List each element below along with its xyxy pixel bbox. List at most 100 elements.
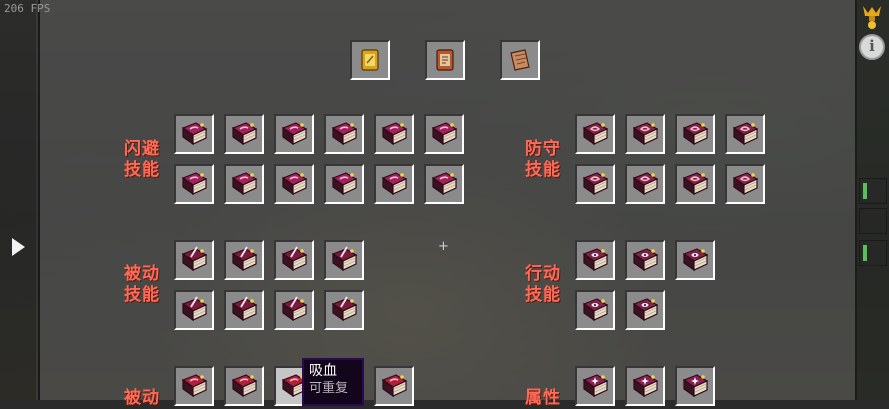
category-label-text: 闪避 技能 [124, 139, 160, 180]
category-label-action: 行动 技能 [522, 264, 564, 306]
skill-slot[interactable] [224, 240, 264, 280]
skill-slot[interactable] [274, 164, 314, 204]
skill-slot[interactable] [500, 40, 540, 80]
eye-book-icon [582, 298, 609, 322]
pink-book-icon [181, 172, 208, 196]
skill-slot[interactable] [625, 240, 665, 280]
skill-slot[interactable] [350, 40, 390, 80]
bookmark-book-icon [732, 172, 759, 196]
skill-slot[interactable] [174, 164, 214, 204]
skill-slot[interactable] [224, 164, 264, 204]
skill-slot[interactable] [575, 164, 615, 204]
side-tab-1[interactable] [859, 178, 887, 204]
bookmark-book-icon [582, 172, 609, 196]
skill-slot[interactable] [424, 114, 464, 154]
skill-slot[interactable] [675, 240, 715, 280]
pink-book-icon [431, 172, 458, 196]
category-label-text: 被动 技能 [124, 264, 160, 305]
skill-slot[interactable] [425, 40, 465, 80]
pink-book-icon [331, 122, 358, 146]
category-label-text: 属性 [525, 388, 561, 408]
quill-book-icon [331, 296, 358, 322]
skill-slot[interactable] [224, 366, 264, 406]
skill-slot[interactable] [575, 240, 615, 280]
skill-slot[interactable] [675, 164, 715, 204]
pink-book-icon [231, 122, 258, 146]
sparkle-book-icon [632, 374, 659, 398]
scroll-icon [436, 49, 454, 71]
skill-slot[interactable] [374, 114, 414, 154]
quill-book-icon [231, 246, 258, 272]
category-label-passive-bottom: 被动 [121, 388, 163, 409]
skill-slot[interactable] [274, 290, 314, 330]
red-book-icon [181, 374, 208, 398]
quill-book-icon [231, 296, 258, 322]
skill-slot[interactable] [675, 114, 715, 154]
skill-slot[interactable] [625, 164, 665, 204]
side-tab-2[interactable] [859, 208, 887, 234]
skill-slot[interactable] [274, 240, 314, 280]
skill-slot[interactable] [625, 114, 665, 154]
category-label-passive: 被动 技能 [121, 264, 163, 306]
tooltip-title: 吸血 [309, 363, 337, 379]
pink-book-icon [381, 122, 408, 146]
crosshair-icon: + [438, 239, 449, 254]
fps-counter: 206 FPS [4, 2, 51, 15]
bookmark-book-icon [732, 122, 759, 146]
skill-slot[interactable] [374, 164, 414, 204]
eye-book-icon [632, 248, 659, 272]
category-label-attribute: 属性 [522, 388, 564, 409]
bookmark-book-icon [632, 122, 659, 146]
green-indicator-icon [863, 245, 867, 261]
skill-slot[interactable] [174, 240, 214, 280]
skill-slot[interactable] [324, 164, 364, 204]
info-button[interactable]: i [859, 34, 885, 60]
bookmark-book-icon [582, 122, 609, 146]
pink-book-icon [231, 172, 258, 196]
green-indicator-icon [863, 183, 867, 199]
bookmark-book-icon [632, 172, 659, 196]
skill-slot[interactable] [324, 240, 364, 280]
skill-slot[interactable] [224, 114, 264, 154]
skill-slot[interactable] [575, 290, 615, 330]
skill-slot[interactable] [224, 290, 264, 330]
advancement-trophy-icon[interactable] [859, 2, 885, 29]
pink-book-icon [281, 172, 308, 196]
red-book-icon [231, 374, 258, 398]
play-arrow-icon[interactable] [12, 238, 25, 256]
bookmark-book-icon [682, 172, 709, 196]
pink-book-icon [331, 172, 358, 196]
quill-book-icon [281, 246, 308, 272]
category-label-dodge: 闪避 技能 [121, 139, 163, 181]
golden-scroll-icon [361, 49, 379, 71]
bookmark-book-icon [682, 122, 709, 146]
skill-slot[interactable] [625, 366, 665, 406]
info-icon: i [869, 37, 875, 55]
tooltip-description: 可重复 [309, 381, 349, 396]
skill-slot[interactable] [575, 114, 615, 154]
skill-slot[interactable] [324, 114, 364, 154]
skill-slot[interactable] [675, 366, 715, 406]
skill-slot[interactable] [174, 366, 214, 406]
skill-slot[interactable] [174, 114, 214, 154]
skill-slot[interactable] [575, 366, 615, 406]
skill-slot[interactable] [424, 164, 464, 204]
red-book-icon [381, 374, 408, 398]
pink-book-icon [181, 122, 208, 146]
skill-slot[interactable] [374, 366, 414, 406]
quill-book-icon [331, 246, 358, 272]
pink-book-icon [381, 172, 408, 196]
sparkle-book-icon [582, 374, 609, 398]
category-label-text: 行动 技能 [525, 264, 561, 305]
skill-slot[interactable] [725, 114, 765, 154]
skill-slot[interactable] [174, 290, 214, 330]
quill-book-icon [181, 246, 208, 272]
skill-slot[interactable] [625, 290, 665, 330]
skill-slot[interactable] [725, 164, 765, 204]
pink-book-icon [281, 122, 308, 146]
side-tab-3[interactable] [859, 240, 887, 266]
skill-slot[interactable] [274, 114, 314, 154]
eye-book-icon [682, 248, 709, 272]
skill-slot[interactable] [324, 290, 364, 330]
quill-book-icon [181, 296, 208, 322]
